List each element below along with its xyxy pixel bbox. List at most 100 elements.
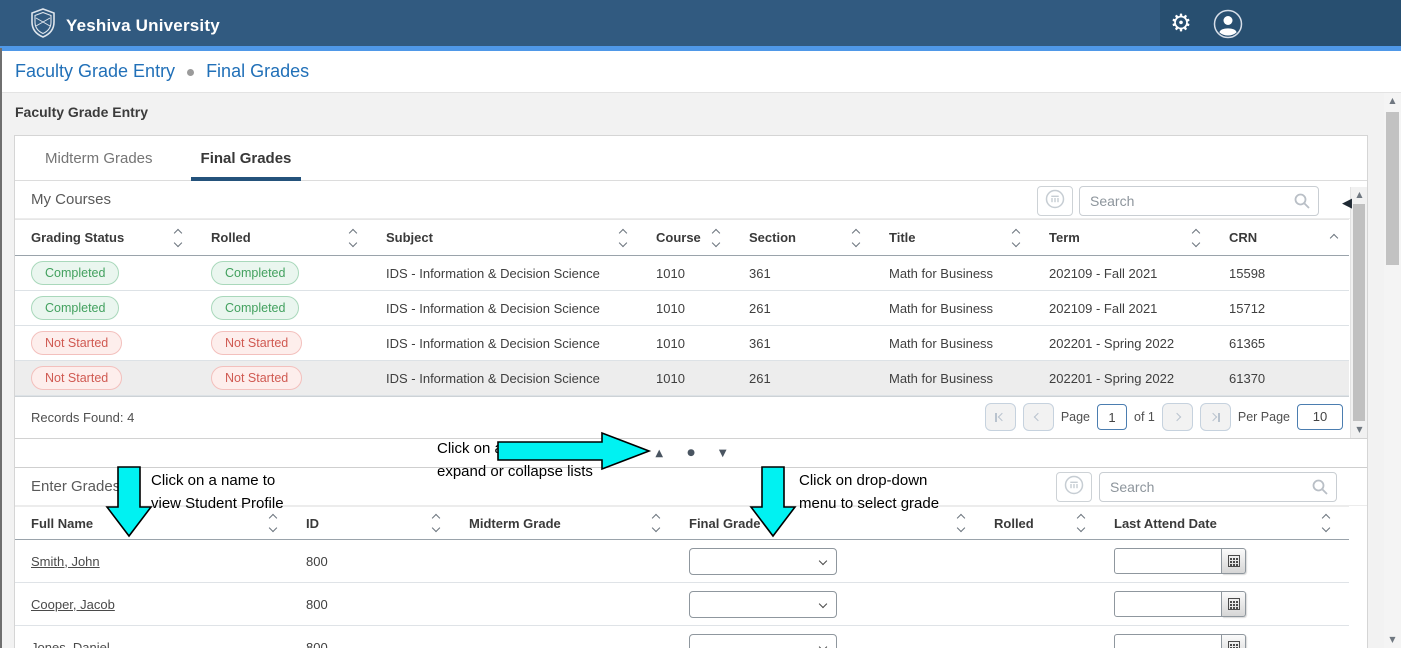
courses-scrollbar[interactable]: ▲ ▼ bbox=[1350, 187, 1367, 438]
student-name-link[interactable]: Smith, John bbox=[31, 554, 100, 569]
column-header-midterm-grade[interactable]: Midterm Grade bbox=[469, 515, 689, 531]
column-header-rolled[interactable]: Rolled bbox=[994, 515, 1114, 531]
course-row[interactable]: Not Started Not Started IDS - Informatio… bbox=[15, 361, 1349, 396]
course-section: 361 bbox=[749, 336, 889, 351]
student-id: 800 bbox=[306, 554, 469, 569]
scroll-up-icon[interactable]: ▲ bbox=[1384, 93, 1401, 109]
column-header-term[interactable]: Term bbox=[1049, 230, 1229, 246]
sort-icon[interactable] bbox=[653, 515, 659, 531]
column-header-section[interactable]: Section bbox=[749, 230, 889, 246]
column-header-final-grade[interactable]: Final Grade bbox=[689, 515, 994, 531]
brand-name: Yeshiva University bbox=[66, 16, 220, 36]
previous-page-button[interactable] bbox=[1023, 403, 1054, 431]
chevron-down-icon bbox=[819, 556, 827, 564]
university-brand[interactable]: Yeshiva University bbox=[30, 8, 220, 43]
courses-table-footer: Records Found: 4 Page of 1 Per Page bbox=[15, 396, 1349, 438]
column-header-grading-status[interactable]: Grading Status bbox=[31, 230, 211, 246]
column-header-rolled[interactable]: Rolled bbox=[211, 230, 386, 246]
course-title: Math for Business bbox=[889, 336, 1049, 351]
courses-scrollbar-thumb[interactable] bbox=[1353, 204, 1365, 421]
breadcrumb-faculty-grade-entry[interactable]: Faculty Grade Entry bbox=[15, 61, 175, 82]
annotation-right-arrow-icon bbox=[497, 431, 652, 471]
calendar-button[interactable] bbox=[1222, 591, 1246, 617]
column-header-title[interactable]: Title bbox=[889, 230, 1049, 246]
calendar-button[interactable] bbox=[1222, 548, 1246, 574]
page-number-input[interactable] bbox=[1097, 404, 1127, 430]
rolled-status-badge: Not Started bbox=[211, 331, 302, 355]
sort-icon[interactable] bbox=[350, 230, 356, 246]
column-header-last-attend-date[interactable]: Last Attend Date bbox=[1114, 515, 1335, 531]
first-page-button[interactable] bbox=[985, 403, 1016, 431]
student-row: Jones, Daniel 800 bbox=[15, 626, 1349, 648]
breadcrumb-final-grades[interactable]: Final Grades bbox=[206, 61, 309, 82]
per-page-selector[interactable]: 10 bbox=[1297, 404, 1343, 430]
sort-icon[interactable] bbox=[713, 230, 719, 246]
column-header-full-name[interactable]: Full Name bbox=[31, 515, 306, 531]
course-row[interactable]: Completed Completed IDS - Information & … bbox=[15, 256, 1349, 291]
collapse-up-icon[interactable]: ▲ bbox=[655, 448, 663, 459]
sort-icon[interactable] bbox=[1193, 230, 1199, 246]
grading-status-badge: Completed bbox=[31, 261, 119, 285]
course-crn: 15712 bbox=[1229, 301, 1349, 316]
sort-icon[interactable] bbox=[270, 515, 276, 531]
sort-icon[interactable] bbox=[1013, 230, 1019, 246]
course-subject: IDS - Information & Decision Science bbox=[386, 266, 656, 281]
sort-icon[interactable] bbox=[175, 230, 181, 246]
student-name-link[interactable]: Cooper, Jacob bbox=[31, 597, 115, 612]
final-grade-dropdown[interactable] bbox=[689, 591, 837, 618]
last-page-button[interactable] bbox=[1200, 403, 1231, 431]
scroll-up-icon[interactable]: ▲ bbox=[1351, 187, 1368, 203]
tab-midterm-grades[interactable]: Midterm Grades bbox=[35, 136, 163, 181]
course-section: 261 bbox=[749, 371, 889, 386]
pagination: Page of 1 Per Page 10 bbox=[985, 403, 1343, 431]
course-row[interactable]: Completed Completed IDS - Information & … bbox=[15, 291, 1349, 326]
chevron-down-icon bbox=[819, 599, 827, 607]
grades-search-input[interactable] bbox=[1099, 472, 1337, 502]
column-settings-icon bbox=[1045, 189, 1065, 214]
gear-icon[interactable]: ⚙ bbox=[1166, 7, 1196, 39]
student-name-link[interactable]: Jones, Daniel bbox=[31, 640, 110, 648]
column-header-course[interactable]: Course bbox=[656, 230, 749, 246]
per-page-label: Per Page bbox=[1238, 410, 1290, 424]
sort-icon[interactable] bbox=[853, 230, 859, 246]
search-icon bbox=[1312, 479, 1328, 495]
grading-status-badge: Not Started bbox=[31, 366, 122, 390]
splitter-dot-icon[interactable]: ● bbox=[687, 448, 695, 458]
courses-search-input[interactable] bbox=[1079, 186, 1319, 216]
page-scrollbar-thumb[interactable] bbox=[1386, 112, 1399, 265]
scroll-down-icon[interactable]: ▼ bbox=[1384, 632, 1401, 648]
last-attend-date-input[interactable] bbox=[1114, 548, 1222, 574]
final-grade-dropdown[interactable] bbox=[689, 548, 837, 575]
collapse-panel-left-icon[interactable]: ◀ bbox=[1342, 196, 1352, 211]
last-attend-date-field bbox=[1114, 548, 1246, 574]
last-attend-date-input[interactable] bbox=[1114, 634, 1222, 648]
sort-icon[interactable] bbox=[1078, 515, 1084, 531]
grades-column-settings-button[interactable] bbox=[1056, 472, 1092, 502]
expand-down-icon[interactable]: ▼ bbox=[719, 448, 727, 459]
grades-table-body: Smith, John 800 bbox=[15, 540, 1349, 648]
grading-status-badge: Completed bbox=[31, 296, 119, 320]
next-page-button[interactable] bbox=[1162, 403, 1193, 431]
student-id: 800 bbox=[306, 597, 469, 612]
column-header-id[interactable]: ID bbox=[306, 515, 469, 531]
sort-icon[interactable] bbox=[958, 515, 964, 531]
column-header-subject[interactable]: Subject bbox=[386, 230, 656, 246]
last-attend-date-input[interactable] bbox=[1114, 591, 1222, 617]
scroll-down-icon[interactable]: ▼ bbox=[1351, 422, 1368, 438]
user-avatar-icon[interactable] bbox=[1213, 9, 1243, 39]
calendar-button[interactable] bbox=[1222, 634, 1246, 648]
faculty-grade-entry-screen: Yeshiva University ⚙ Faculty Grade Entry… bbox=[0, 0, 1401, 648]
my-courses-toolbar: My Courses bbox=[15, 181, 1367, 219]
course-row[interactable]: Not Started Not Started IDS - Informatio… bbox=[15, 326, 1349, 361]
sort-ascending-icon[interactable] bbox=[1331, 235, 1337, 241]
final-grade-dropdown[interactable] bbox=[689, 634, 837, 648]
page-scrollbar[interactable]: ▲ ▼ bbox=[1384, 93, 1401, 648]
courses-column-settings-button[interactable] bbox=[1037, 186, 1073, 216]
course-title: Math for Business bbox=[889, 301, 1049, 316]
sort-icon[interactable] bbox=[620, 230, 626, 246]
sort-icon[interactable] bbox=[433, 515, 439, 531]
column-header-crn[interactable]: CRN bbox=[1229, 230, 1349, 245]
sort-icon[interactable] bbox=[1323, 515, 1329, 531]
top-navigation-bar: Yeshiva University ⚙ bbox=[0, 0, 1401, 46]
tab-final-grades[interactable]: Final Grades bbox=[191, 136, 302, 181]
